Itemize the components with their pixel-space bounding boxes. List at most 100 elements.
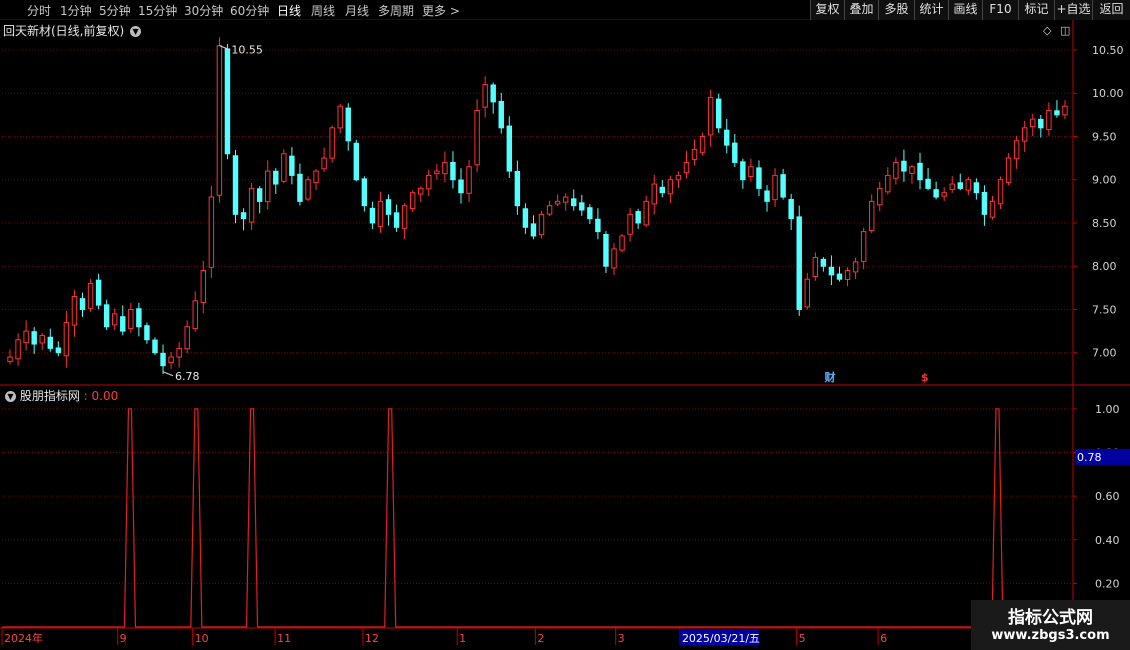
candle-down — [55, 347, 62, 354]
candle-up — [619, 235, 625, 251]
date-label: 11 — [277, 632, 291, 645]
candle-down — [393, 212, 400, 228]
candle-down — [530, 223, 537, 237]
indicator-title[interactable]: ▼ 股朋指标网 : 0.00 — [3, 387, 118, 404]
candle-down — [595, 218, 601, 233]
candle-up — [885, 174, 891, 193]
watermark-title: 指标公式网 — [1008, 608, 1093, 628]
candle-up — [868, 200, 875, 232]
candle-up — [804, 278, 810, 308]
candle-down — [490, 84, 496, 103]
date-label: 10 — [195, 632, 209, 645]
candle-down — [973, 182, 980, 194]
date-label: 6 — [880, 632, 887, 645]
candle-up — [562, 196, 569, 203]
candle-down — [385, 199, 392, 215]
candle-down — [289, 155, 295, 176]
candle-up — [699, 135, 706, 153]
cursor-value-label: 0.78 — [1077, 451, 1102, 464]
candle-down — [659, 186, 666, 194]
candle-down — [732, 142, 738, 163]
date-label: 2 — [537, 632, 544, 645]
candle-up — [418, 187, 424, 195]
candle-up — [63, 321, 70, 357]
candle-up — [426, 174, 432, 190]
candle-down — [715, 98, 722, 129]
candle-down — [820, 258, 827, 267]
candle-up — [401, 205, 408, 229]
candle-up — [1021, 127, 1028, 142]
candle-up — [337, 105, 343, 129]
candle-down — [571, 198, 577, 207]
chevron-down-icon[interactable]: ▼ — [5, 391, 16, 402]
price-tick-label: 9.00 — [1092, 174, 1117, 187]
candle-down — [160, 352, 166, 367]
panel-toggle-icon[interactable]: ◫ — [1060, 24, 1070, 37]
candle-down — [369, 207, 376, 224]
candle-up — [7, 356, 13, 362]
candle-down — [828, 266, 835, 276]
candle-down — [514, 170, 521, 207]
candle-up — [852, 261, 859, 273]
candle-up — [466, 166, 472, 194]
candle-up — [643, 200, 649, 226]
low-pointer — [162, 371, 174, 377]
price-tick-label: 8.00 — [1092, 260, 1117, 273]
candle-up — [909, 166, 915, 174]
candle-up — [860, 231, 867, 262]
candle-up — [208, 196, 215, 268]
candle-down — [273, 170, 279, 185]
candle-up — [949, 183, 955, 191]
candle-up — [546, 205, 553, 215]
candle-up — [265, 170, 271, 203]
indicator-line — [2, 408, 1073, 628]
candle-down — [224, 48, 231, 155]
indicator-name: 股朋指标网 — [19, 389, 80, 403]
high-price-label: 10.55 — [231, 44, 263, 57]
main-chart-title[interactable]: 回天新材(日线,前复权) ▼ — [3, 22, 142, 39]
candle-down — [232, 155, 239, 215]
price-tick-label: 10.00 — [1092, 87, 1124, 100]
candle-down — [981, 191, 988, 215]
candle-down — [31, 331, 37, 345]
indicator-series — [2, 408, 1073, 628]
candle-up — [281, 153, 287, 182]
candlestick-series — [7, 37, 1068, 375]
date-label: 12 — [365, 632, 379, 645]
candle-up — [707, 97, 714, 136]
candle-down — [1054, 110, 1060, 116]
candle-down — [522, 208, 529, 228]
candle-down — [836, 273, 843, 280]
candle-down — [47, 336, 54, 349]
candle-up — [434, 170, 440, 175]
indicator-tick-label: 0.20 — [1095, 577, 1120, 590]
candle-up — [997, 179, 1004, 205]
candle-down — [95, 279, 102, 306]
candle-up — [176, 347, 182, 358]
candle-down — [120, 316, 126, 332]
candle-up — [313, 170, 319, 184]
candle-up — [1005, 157, 1012, 183]
candle-up — [305, 179, 311, 200]
candle-up — [651, 183, 657, 205]
candle-down — [79, 298, 86, 310]
candle-down — [506, 125, 513, 172]
candle-up — [1046, 110, 1052, 131]
candle-down — [957, 182, 963, 189]
indicator-tick-label: 0.60 — [1095, 490, 1120, 503]
candle-down — [152, 339, 158, 354]
chevron-down-icon[interactable]: ▼ — [130, 26, 142, 37]
watermark-url: www.zbgs3.com — [991, 628, 1110, 643]
low-price-label: 6.78 — [175, 370, 200, 383]
candle-up — [248, 187, 255, 223]
diamond-icon[interactable]: ◇ — [1043, 24, 1051, 37]
candle-down — [345, 107, 351, 142]
candle-up — [538, 213, 545, 236]
candle-up — [482, 84, 488, 108]
candle-down — [603, 233, 609, 267]
candle-up — [216, 45, 223, 196]
chart-canvas[interactable]: 10.50 10.00 9.50 9.00 8.50 8.00 7.50 7.00 1.00 0.… — [0, 0, 1130, 650]
candle-up — [329, 127, 335, 159]
candle-up — [442, 161, 448, 175]
price-tick-label: 10.50 — [1092, 44, 1124, 57]
